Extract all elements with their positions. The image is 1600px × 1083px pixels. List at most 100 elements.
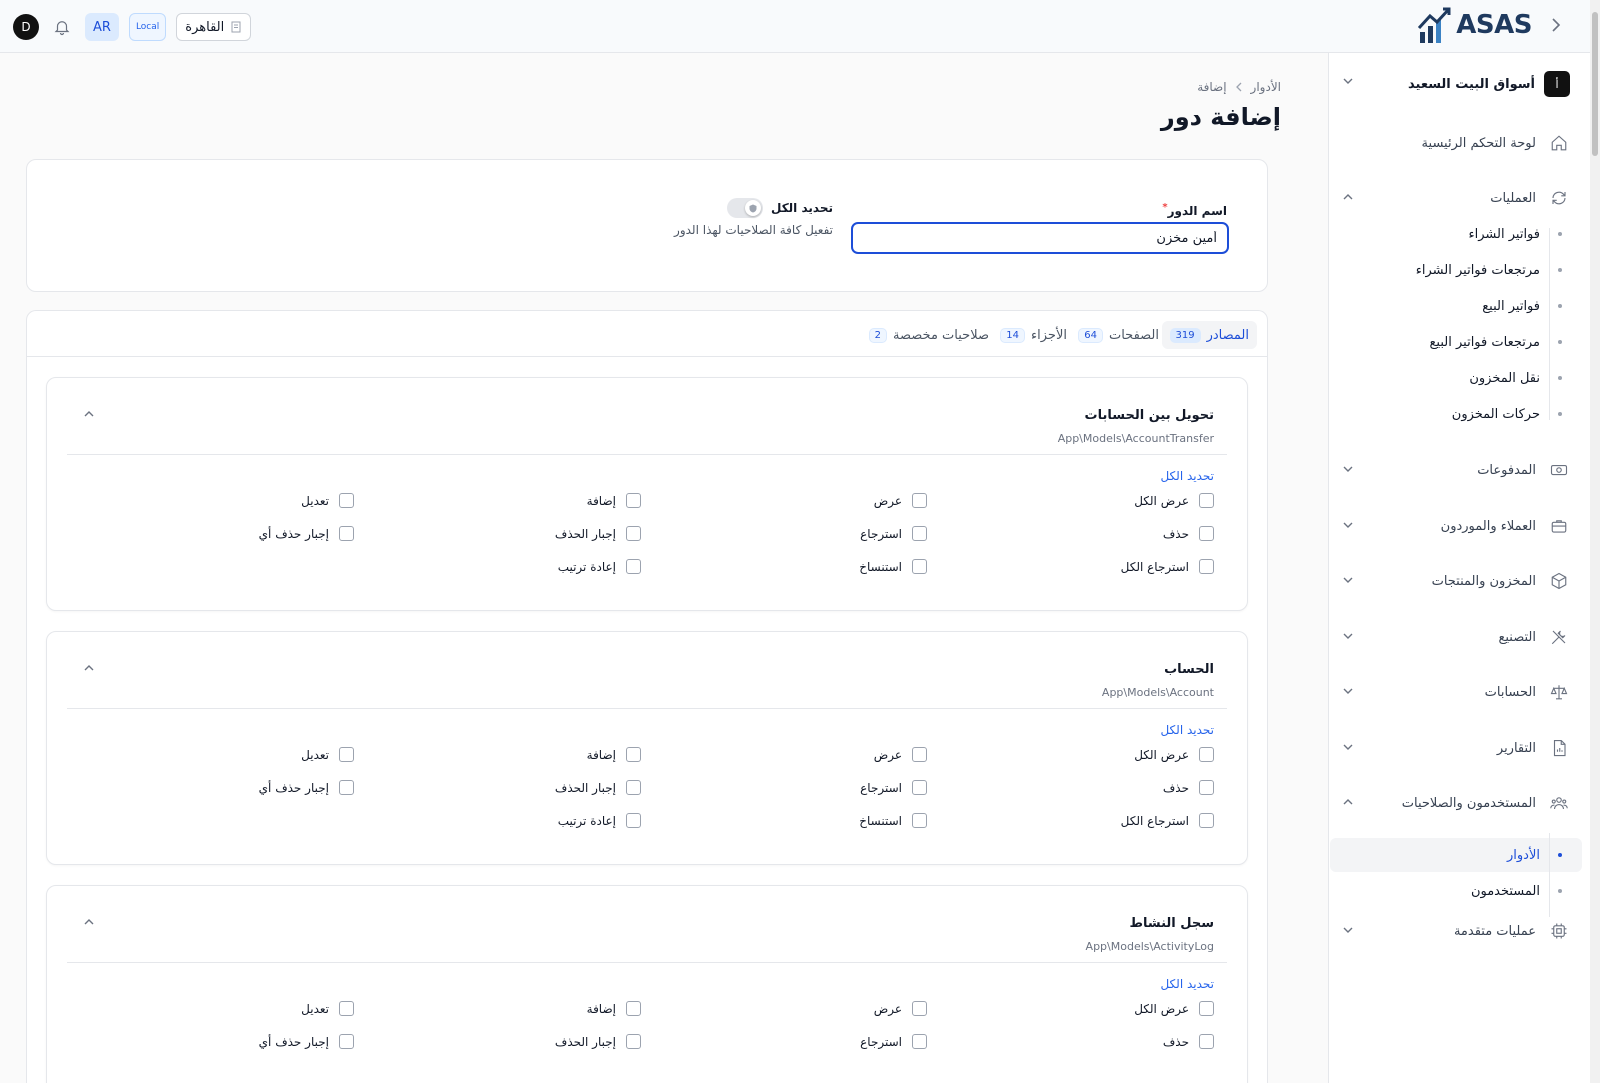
checkbox[interactable] <box>912 559 927 574</box>
permission-checkbox[interactable]: حذف <box>1163 780 1214 795</box>
permission-checkbox[interactable]: إضافة <box>587 1001 641 1016</box>
section-select-all-link[interactable]: تحديد الكل <box>1160 723 1214 737</box>
sidebar-subitem-stock-movements[interactable]: حركات المخزون <box>1342 399 1570 429</box>
permission-checkbox[interactable]: إجبار الحذف <box>555 526 641 541</box>
permission-checkbox[interactable]: عرض الكل <box>1134 493 1214 508</box>
sidebar-subitem-stock-transfer[interactable]: نقل المخزون <box>1342 363 1570 393</box>
company-selector[interactable]: أ أسواق البيت السعيد <box>1342 69 1570 99</box>
sidebar-item-users-permissions[interactable]: المستخدمون والصلاحيات <box>1342 787 1570 819</box>
sidebar-subitem-roles[interactable]: الأدوار <box>1342 840 1570 870</box>
checkbox[interactable] <box>626 493 641 508</box>
permission-checkbox[interactable]: إضافة <box>587 493 641 508</box>
permission-checkbox[interactable]: عرض <box>874 1001 927 1016</box>
brand-logo[interactable]: ASAS <box>1418 6 1532 44</box>
sidebar-item-reports[interactable]: التقارير <box>1342 732 1570 764</box>
checkbox[interactable] <box>339 1001 354 1016</box>
checkbox[interactable] <box>1199 1001 1214 1016</box>
checkbox[interactable] <box>339 1034 354 1049</box>
checkbox[interactable] <box>912 1034 927 1049</box>
permission-checkbox[interactable]: استرجاع <box>860 526 927 541</box>
permission-checkbox[interactable]: استنساخ <box>859 813 927 828</box>
sidebar-item-payments[interactable]: المدفوعات <box>1342 454 1570 486</box>
checkbox[interactable] <box>339 780 354 795</box>
sidebar-subitem-users[interactable]: المستخدمون <box>1342 876 1570 906</box>
sidebar-subitem-purchase-returns[interactable]: مرتجعات فواتير الشراء <box>1342 255 1570 285</box>
checkbox[interactable] <box>339 493 354 508</box>
permission-checkbox[interactable]: إجبار حذف أي <box>259 1034 354 1049</box>
sidebar-collapse-icon[interactable] <box>1546 15 1566 35</box>
permission-checkbox[interactable]: عرض الكل <box>1134 1001 1214 1016</box>
tab-resources[interactable]: المصادر 319 <box>1161 321 1257 349</box>
chevron-up-icon[interactable] <box>81 914 97 930</box>
checkbox[interactable] <box>912 1001 927 1016</box>
permission-checkbox[interactable]: استنساخ <box>859 559 927 574</box>
chevron-up-icon[interactable] <box>81 660 97 676</box>
sidebar-item-dashboard[interactable]: لوحة التحكم الرئيسية <box>1342 127 1570 159</box>
sidebar-item-accounts[interactable]: الحسابات <box>1342 676 1570 708</box>
checkbox[interactable] <box>1199 493 1214 508</box>
permission-checkbox[interactable]: إعادة ترتيب <box>558 813 641 828</box>
sidebar-subitem-sales-invoices[interactable]: فواتير البيع <box>1342 291 1570 321</box>
checkbox[interactable] <box>339 747 354 762</box>
sidebar-item-inventory[interactable]: المخزون والمنتجات <box>1342 565 1570 597</box>
permission-checkbox[interactable]: تعديل <box>301 747 354 762</box>
role-name-input[interactable] <box>851 222 1229 254</box>
user-avatar[interactable]: D <box>13 14 39 40</box>
checkbox[interactable] <box>339 526 354 541</box>
permission-checkbox[interactable]: استرجاع <box>860 1034 927 1049</box>
checkbox[interactable] <box>912 780 927 795</box>
permission-checkbox[interactable]: إعادة ترتيب <box>558 559 641 574</box>
sidebar-subitem-purchase-invoices[interactable]: فواتير الشراء <box>1342 219 1570 249</box>
tab-pages[interactable]: الصفحات 64 <box>1070 321 1167 349</box>
tab-widgets[interactable]: الأجزاء 14 <box>992 321 1075 349</box>
language-button[interactable]: AR <box>85 13 119 41</box>
permission-checkbox[interactable]: استرجاع الكل <box>1121 559 1214 574</box>
bell-icon[interactable] <box>49 14 75 40</box>
permission-checkbox[interactable]: استرجاع <box>860 780 927 795</box>
permission-checkbox[interactable]: حذف <box>1163 1034 1214 1049</box>
checkbox[interactable] <box>1199 813 1214 828</box>
tab-custom-permissions[interactable]: صلاحيات مخصصة 2 <box>861 321 997 349</box>
checkbox[interactable] <box>626 1034 641 1049</box>
checkbox[interactable] <box>626 559 641 574</box>
sidebar-item-manufacturing[interactable]: التصنيع <box>1342 621 1570 653</box>
checkbox[interactable] <box>1199 526 1214 541</box>
checkbox[interactable] <box>912 526 927 541</box>
section-select-all-link[interactable]: تحديد الكل <box>1160 977 1214 991</box>
permission-checkbox[interactable]: إجبار حذف أي <box>259 526 354 541</box>
checkbox[interactable] <box>912 747 927 762</box>
permission-checkbox[interactable]: عرض <box>874 747 927 762</box>
permission-checkbox[interactable]: تعديل <box>301 1001 354 1016</box>
permission-checkbox[interactable]: عرض الكل <box>1134 747 1214 762</box>
chevron-up-icon[interactable] <box>81 406 97 422</box>
permission-checkbox[interactable]: حذف <box>1163 526 1214 541</box>
checkbox[interactable] <box>1199 1034 1214 1049</box>
permission-checkbox[interactable]: إجبار الحذف <box>555 1034 641 1049</box>
section-select-all-link[interactable]: تحديد الكل <box>1160 469 1214 483</box>
sidebar-item-customers-suppliers[interactable]: العملاء والموردون <box>1342 510 1570 542</box>
checkbox[interactable] <box>1199 780 1214 795</box>
checkbox[interactable] <box>626 1001 641 1016</box>
permission-checkbox[interactable]: تعديل <box>301 493 354 508</box>
sidebar-subitem-sales-returns[interactable]: مرتجعات فواتير البيع <box>1342 327 1570 357</box>
permission-checkbox[interactable]: إجبار الحذف <box>555 780 641 795</box>
page-scrollbar[interactable] <box>1590 0 1600 1083</box>
branch-selector[interactable]: القاهرة <box>176 13 252 41</box>
checkbox[interactable] <box>912 493 927 508</box>
checkbox[interactable] <box>1199 559 1214 574</box>
permission-checkbox[interactable]: إضافة <box>587 747 641 762</box>
select-all-toggle[interactable] <box>726 198 763 218</box>
breadcrumb-roles-link[interactable]: الأدوار <box>1251 80 1281 94</box>
sidebar-item-advanced-operations[interactable]: عمليات متقدمة <box>1342 915 1570 947</box>
checkbox[interactable] <box>912 813 927 828</box>
permission-checkbox[interactable]: عرض <box>874 493 927 508</box>
checkbox[interactable] <box>626 526 641 541</box>
sidebar-item-operations[interactable]: العمليات <box>1342 182 1570 214</box>
checkbox[interactable] <box>626 813 641 828</box>
permission-checkbox[interactable]: إجبار حذف أي <box>259 780 354 795</box>
permission-checkbox[interactable]: استرجاع الكل <box>1121 813 1214 828</box>
checkbox[interactable] <box>626 747 641 762</box>
scrollbar-thumb[interactable] <box>1592 12 1598 156</box>
checkbox[interactable] <box>1199 747 1214 762</box>
checkbox[interactable] <box>626 780 641 795</box>
